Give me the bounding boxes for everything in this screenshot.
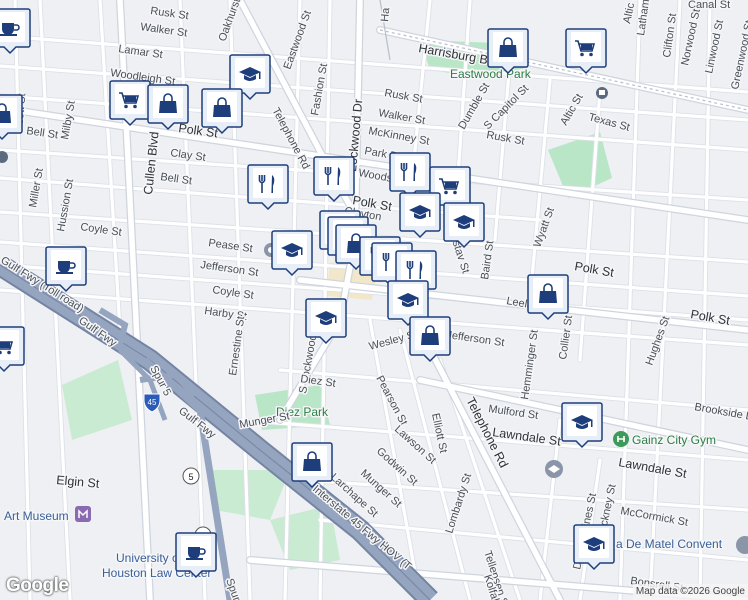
marker-grocery[interactable] xyxy=(109,80,151,126)
marker-school[interactable] xyxy=(399,192,441,238)
map-canvas[interactable]: Rusk St Walker St Oakhurst St Eastwood S… xyxy=(0,0,748,600)
marker-shop[interactable] xyxy=(147,84,189,130)
route-shield-5: 5 xyxy=(182,467,200,485)
label-de-matel: a De Matel Convent xyxy=(616,537,723,551)
coffee-cup-icon xyxy=(185,546,206,561)
marker-grocery[interactable] xyxy=(565,28,607,74)
map-attribution[interactable]: Map data ©2026 Google xyxy=(632,584,748,600)
marker-coffee[interactable] xyxy=(45,246,87,292)
marker-shop[interactable] xyxy=(487,28,529,74)
coffee-cup-icon xyxy=(55,260,76,275)
marker-shop[interactable] xyxy=(291,442,333,488)
marker-restaurant[interactable] xyxy=(389,152,431,198)
google-logo: Google xyxy=(6,575,69,596)
poi-transit[interactable] xyxy=(596,87,608,99)
marker-school[interactable] xyxy=(573,524,615,570)
poi-school-icon-east[interactable] xyxy=(545,460,563,478)
marker-partial[interactable] xyxy=(0,94,23,140)
coffee-cup-icon xyxy=(0,22,20,37)
marker-shop[interactable] xyxy=(527,274,569,320)
marker-school[interactable] xyxy=(443,202,485,248)
marker-school[interactable] xyxy=(271,230,313,276)
marker-restaurant[interactable] xyxy=(247,164,289,210)
marker-school[interactable] xyxy=(561,402,603,448)
marker-school[interactable] xyxy=(305,298,347,344)
label-art-museum: Art Museum xyxy=(4,509,69,523)
label-university: University of xyxy=(116,551,183,565)
marker-shop[interactable] xyxy=(409,316,451,362)
route-shield-i45-text: 45 xyxy=(148,398,157,407)
marker-shop[interactable] xyxy=(201,88,243,134)
route-shield-5-text: 5 xyxy=(188,472,193,482)
marker-grocery[interactable] xyxy=(0,326,25,372)
label-eastwood-park: Eastwood Park xyxy=(450,67,532,81)
poi-gym[interactable] xyxy=(613,431,629,447)
label-gainz-city-gym: Gainz City Gym xyxy=(632,433,716,447)
marker-coffee[interactable] xyxy=(175,532,217,578)
marker-restaurant[interactable] xyxy=(313,156,355,202)
marker-coffee[interactable] xyxy=(0,8,31,54)
poi-art-museum[interactable] xyxy=(75,506,91,522)
label-hara: Ha xyxy=(379,6,392,22)
